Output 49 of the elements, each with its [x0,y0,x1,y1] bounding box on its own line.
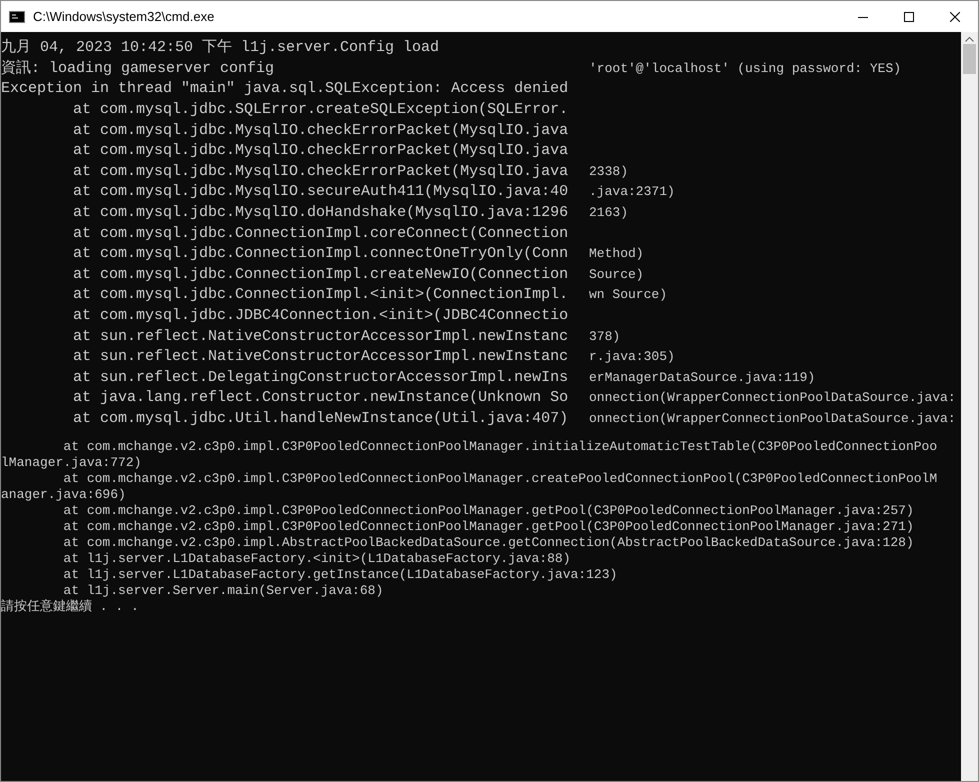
console-line: at com.mysql.jdbc.ConnectionImpl.<init>(ConnectionImpl. [72,285,570,306]
console-line: at sun.reflect.NativeConstructorAccessorImpl.newInstanc [72,326,570,347]
console-line-fragment: erManagerDataSource.java:119) [589,370,816,386]
console-line: at l1j.server.L1DatabaseFactory.<init>(L1DatabaseFactory.java:88) [62,551,572,568]
console-line: at com.mysql.jdbc.SQLError.createSQLException(SQLError. [72,100,570,120]
scrollbar[interactable] [961,32,978,781]
console-line: lManager.java:772) [1,455,142,472]
console-line: at l1j.server.L1DatabaseFactory.getInstance(L1DatabaseFactory.java:123) [62,567,618,584]
console-line-fragment: r.java:305) [589,349,675,366]
console-line-fragment: wn Source) [589,287,668,304]
console-line: at com.mysql.jdbc.JDBC4Connection.<init>(JDBC4Connectio [72,306,570,326]
console-line: at com.mysql.jdbc.MysqlIO.secureAuth411(MysqlIO.java:40 [72,182,570,202]
console-line-fragment: onnection(WrapperConnectionPoolDataSource.java: [589,390,956,406]
console-line-fragment: 2163) [589,205,628,222]
console-line: at com.mysql.jdbc.MysqlIO.checkErrorPacket(MysqlIO.java [72,141,570,162]
console-line-fragment: 378) [589,328,620,345]
console-line-fragment: .java:2371) [589,184,675,200]
console-line: at com.mysql.jdbc.MysqlIO.doHandshake(MysqlIO.java:1296 [72,203,570,224]
console-line-fragment: Method) [589,246,644,262]
console-line: 資訊: loading gameserver config [1,58,276,79]
console-line: at com.mchange.v2.c3p0.impl.C3P0PooledConnectionPoolManager.initializeAutomaticTestTable(C3P0PooledConnectionPoo [62,439,938,456]
console-icon [9,10,25,22]
console-line: 九月 04, 2023 10:42:50 下午 l1j.server.Config load [1,38,440,58]
window-title: C:\Windows\system32\cmd.exe [33,8,214,26]
console-line-fragment: 2338) [589,164,628,180]
console-line: at com.mysql.jdbc.ConnectionImpl.createNewIO(Connection [72,264,570,285]
console-line: anager.java:696) [1,487,127,504]
console-line: at com.mchange.v2.c3p0.impl.C3P0PooledConnectionPoolManager.getPool(C3P0PooledConnectionPoolManager.java:271) [62,519,915,536]
console-line: at java.lang.reflect.Constructor.newInstance(Unknown So [72,388,570,408]
maximize-icon[interactable] [904,12,914,22]
console-line: at sun.reflect.NativeConstructorAccessorImpl.newInstanc [72,347,570,368]
console-line-fragment: Source) [589,266,644,283]
console-line: at l1j.server.Server.main(Server.java:68) [62,583,384,599]
console-line: at com.mchange.v2.c3p0.impl.C3P0PooledConnectionPoolManager.getPool(C3P0PooledConnectionPoolManager.java:257) [62,503,915,520]
close-icon[interactable] [950,12,960,22]
console-line: at com.mysql.jdbc.Util.handleNewInstance(Util.java:407) [72,408,570,429]
console-line: at com.mchange.v2.c3p0.impl.AbstractPoolBackedDataSource.getConnection(AbstractPoolBackedDataSource.java:128) [62,535,915,552]
console-line-fragment: onnection(WrapperConnectionPoolDataSource.java: [589,410,956,427]
console-line: at com.mysql.jdbc.MysqlIO.checkErrorPacket(MysqlIO.java [72,120,570,141]
console-line: at com.mysql.jdbc.ConnectionImpl.connectOneTryOnly(Conn [72,244,570,264]
console-line-fragment: 'root'@'localhost' (using password: YES) [589,60,902,77]
console-line: at com.mysql.jdbc.MysqlIO.checkErrorPacket(MysqlIO.java [72,162,570,182]
console-line: 請按任意鍵繼續 . . . [1,599,140,616]
console-line: Exception in thread "main" java.sql.SQLException: Access denied [1,79,570,100]
console-line: at sun.reflect.DelegatingConstructorAccessorImpl.newIns [72,368,570,388]
console-line: at com.mysql.jdbc.ConnectionImpl.coreConnect(Connection [72,224,570,244]
scrollbar-thumb[interactable] [963,44,976,74]
console-line: at com.mchange.v2.c3p0.impl.C3P0PooledConnectionPoolManager.createPooledConnectionPool(C3P0PooledConnectionPoolM [62,471,938,488]
scroll-up-icon[interactable] [965,36,974,42]
